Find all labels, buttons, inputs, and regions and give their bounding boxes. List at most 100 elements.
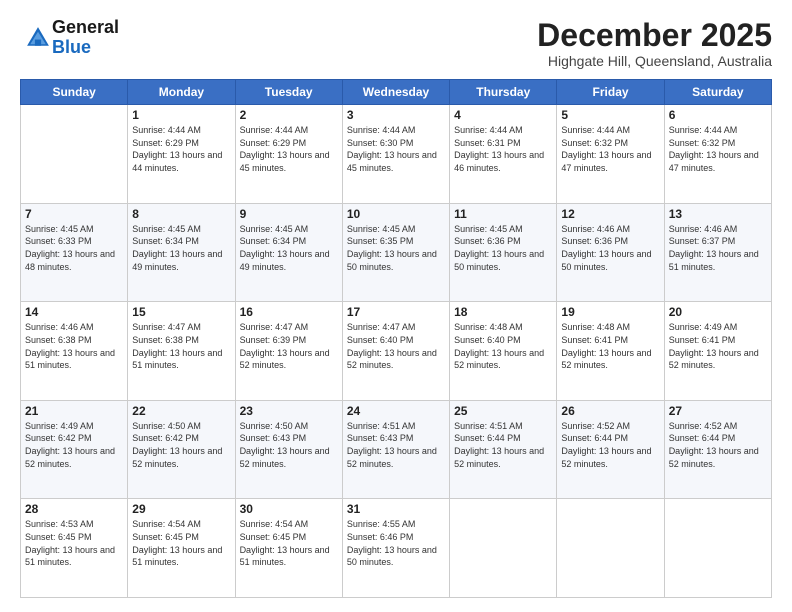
cell-date: 1	[132, 108, 230, 122]
calendar-cell: 3 Sunrise: 4:44 AMSunset: 6:30 PMDayligh…	[342, 105, 449, 204]
month-title: December 2025	[537, 18, 772, 53]
cell-info: Sunrise: 4:52 AMSunset: 6:44 PMDaylight:…	[669, 421, 759, 469]
page: General Blue December 2025 Highgate Hill…	[0, 0, 792, 612]
cell-info: Sunrise: 4:44 AMSunset: 6:29 PMDaylight:…	[132, 125, 222, 173]
cell-info: Sunrise: 4:54 AMSunset: 6:45 PMDaylight:…	[132, 519, 222, 567]
calendar-cell: 9 Sunrise: 4:45 AMSunset: 6:34 PMDayligh…	[235, 203, 342, 302]
logo-blue: Blue	[52, 38, 119, 58]
cell-info: Sunrise: 4:47 AMSunset: 6:40 PMDaylight:…	[347, 322, 437, 370]
cell-date: 29	[132, 502, 230, 516]
cell-date: 23	[240, 404, 338, 418]
calendar-cell: 26 Sunrise: 4:52 AMSunset: 6:44 PMDaylig…	[557, 400, 664, 499]
cell-info: Sunrise: 4:54 AMSunset: 6:45 PMDaylight:…	[240, 519, 330, 567]
cell-date: 3	[347, 108, 445, 122]
cell-date: 21	[25, 404, 123, 418]
cell-info: Sunrise: 4:44 AMSunset: 6:31 PMDaylight:…	[454, 125, 544, 173]
header: General Blue December 2025 Highgate Hill…	[20, 18, 772, 69]
calendar-cell: 27 Sunrise: 4:52 AMSunset: 6:44 PMDaylig…	[664, 400, 771, 499]
calendar-cell: 14 Sunrise: 4:46 AMSunset: 6:38 PMDaylig…	[21, 302, 128, 401]
cell-info: Sunrise: 4:48 AMSunset: 6:41 PMDaylight:…	[561, 322, 651, 370]
cell-info: Sunrise: 4:51 AMSunset: 6:44 PMDaylight:…	[454, 421, 544, 469]
cell-info: Sunrise: 4:55 AMSunset: 6:46 PMDaylight:…	[347, 519, 437, 567]
cell-info: Sunrise: 4:51 AMSunset: 6:43 PMDaylight:…	[347, 421, 437, 469]
cell-date: 18	[454, 305, 552, 319]
cell-info: Sunrise: 4:49 AMSunset: 6:41 PMDaylight:…	[669, 322, 759, 370]
calendar-cell: 13 Sunrise: 4:46 AMSunset: 6:37 PMDaylig…	[664, 203, 771, 302]
cell-date: 14	[25, 305, 123, 319]
cell-date: 11	[454, 207, 552, 221]
location: Highgate Hill, Queensland, Australia	[537, 53, 772, 69]
logo-general: General	[52, 18, 119, 38]
cell-info: Sunrise: 4:45 AMSunset: 6:35 PMDaylight:…	[347, 224, 437, 272]
cell-date: 25	[454, 404, 552, 418]
calendar-cell: 19 Sunrise: 4:48 AMSunset: 6:41 PMDaylig…	[557, 302, 664, 401]
calendar-week-3: 14 Sunrise: 4:46 AMSunset: 6:38 PMDaylig…	[21, 302, 772, 401]
col-tuesday: Tuesday	[235, 80, 342, 105]
calendar-header-row: Sunday Monday Tuesday Wednesday Thursday…	[21, 80, 772, 105]
calendar-cell	[664, 499, 771, 598]
calendar-week-5: 28 Sunrise: 4:53 AMSunset: 6:45 PMDaylig…	[21, 499, 772, 598]
calendar-week-2: 7 Sunrise: 4:45 AMSunset: 6:33 PMDayligh…	[21, 203, 772, 302]
calendar-cell: 11 Sunrise: 4:45 AMSunset: 6:36 PMDaylig…	[450, 203, 557, 302]
cell-info: Sunrise: 4:50 AMSunset: 6:42 PMDaylight:…	[132, 421, 222, 469]
col-saturday: Saturday	[664, 80, 771, 105]
cell-info: Sunrise: 4:45 AMSunset: 6:36 PMDaylight:…	[454, 224, 544, 272]
cell-date: 20	[669, 305, 767, 319]
calendar-cell	[557, 499, 664, 598]
cell-date: 7	[25, 207, 123, 221]
logo: General Blue	[20, 18, 119, 58]
cell-info: Sunrise: 4:44 AMSunset: 6:29 PMDaylight:…	[240, 125, 330, 173]
calendar-cell: 17 Sunrise: 4:47 AMSunset: 6:40 PMDaylig…	[342, 302, 449, 401]
cell-date: 5	[561, 108, 659, 122]
cell-date: 27	[669, 404, 767, 418]
cell-info: Sunrise: 4:44 AMSunset: 6:32 PMDaylight:…	[561, 125, 651, 173]
cell-date: 12	[561, 207, 659, 221]
cell-info: Sunrise: 4:45 AMSunset: 6:33 PMDaylight:…	[25, 224, 115, 272]
cell-date: 19	[561, 305, 659, 319]
col-friday: Friday	[557, 80, 664, 105]
calendar-cell: 10 Sunrise: 4:45 AMSunset: 6:35 PMDaylig…	[342, 203, 449, 302]
logo-icon	[24, 24, 52, 52]
cell-date: 24	[347, 404, 445, 418]
cell-date: 26	[561, 404, 659, 418]
calendar-cell	[21, 105, 128, 204]
cell-date: 30	[240, 502, 338, 516]
calendar-cell: 6 Sunrise: 4:44 AMSunset: 6:32 PMDayligh…	[664, 105, 771, 204]
cell-date: 8	[132, 207, 230, 221]
calendar-cell: 16 Sunrise: 4:47 AMSunset: 6:39 PMDaylig…	[235, 302, 342, 401]
cell-date: 16	[240, 305, 338, 319]
calendar-cell: 12 Sunrise: 4:46 AMSunset: 6:36 PMDaylig…	[557, 203, 664, 302]
calendar-cell: 15 Sunrise: 4:47 AMSunset: 6:38 PMDaylig…	[128, 302, 235, 401]
col-wednesday: Wednesday	[342, 80, 449, 105]
cell-info: Sunrise: 4:46 AMSunset: 6:37 PMDaylight:…	[669, 224, 759, 272]
cell-date: 4	[454, 108, 552, 122]
cell-info: Sunrise: 4:46 AMSunset: 6:36 PMDaylight:…	[561, 224, 651, 272]
cell-info: Sunrise: 4:48 AMSunset: 6:40 PMDaylight:…	[454, 322, 544, 370]
calendar-week-4: 21 Sunrise: 4:49 AMSunset: 6:42 PMDaylig…	[21, 400, 772, 499]
cell-info: Sunrise: 4:45 AMSunset: 6:34 PMDaylight:…	[240, 224, 330, 272]
calendar-cell: 24 Sunrise: 4:51 AMSunset: 6:43 PMDaylig…	[342, 400, 449, 499]
cell-info: Sunrise: 4:47 AMSunset: 6:39 PMDaylight:…	[240, 322, 330, 370]
col-sunday: Sunday	[21, 80, 128, 105]
calendar-table: Sunday Monday Tuesday Wednesday Thursday…	[20, 79, 772, 598]
calendar-cell	[450, 499, 557, 598]
calendar-cell: 21 Sunrise: 4:49 AMSunset: 6:42 PMDaylig…	[21, 400, 128, 499]
cell-date: 2	[240, 108, 338, 122]
cell-date: 6	[669, 108, 767, 122]
calendar-cell: 29 Sunrise: 4:54 AMSunset: 6:45 PMDaylig…	[128, 499, 235, 598]
cell-date: 15	[132, 305, 230, 319]
cell-info: Sunrise: 4:46 AMSunset: 6:38 PMDaylight:…	[25, 322, 115, 370]
cell-info: Sunrise: 4:49 AMSunset: 6:42 PMDaylight:…	[25, 421, 115, 469]
calendar-cell: 1 Sunrise: 4:44 AMSunset: 6:29 PMDayligh…	[128, 105, 235, 204]
calendar-cell: 18 Sunrise: 4:48 AMSunset: 6:40 PMDaylig…	[450, 302, 557, 401]
col-thursday: Thursday	[450, 80, 557, 105]
cell-date: 28	[25, 502, 123, 516]
cell-info: Sunrise: 4:44 AMSunset: 6:32 PMDaylight:…	[669, 125, 759, 173]
calendar-week-1: 1 Sunrise: 4:44 AMSunset: 6:29 PMDayligh…	[21, 105, 772, 204]
title-block: December 2025 Highgate Hill, Queensland,…	[537, 18, 772, 69]
calendar-cell: 30 Sunrise: 4:54 AMSunset: 6:45 PMDaylig…	[235, 499, 342, 598]
col-monday: Monday	[128, 80, 235, 105]
calendar-cell: 2 Sunrise: 4:44 AMSunset: 6:29 PMDayligh…	[235, 105, 342, 204]
calendar-cell: 28 Sunrise: 4:53 AMSunset: 6:45 PMDaylig…	[21, 499, 128, 598]
calendar-cell: 31 Sunrise: 4:55 AMSunset: 6:46 PMDaylig…	[342, 499, 449, 598]
